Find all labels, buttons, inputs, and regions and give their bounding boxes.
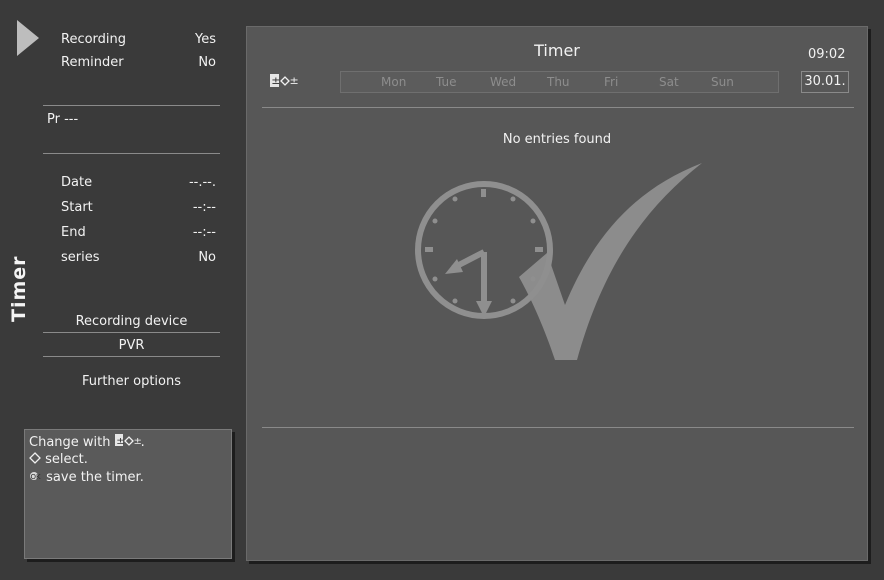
timer-panel: Timer 09:02 ± ± Mon Tue Wed Thu Fri Sat …	[246, 26, 868, 561]
end-value[interactable]: --:--	[150, 225, 216, 241]
day-sat[interactable]: Sat	[659, 75, 679, 89]
help-change-dot: .	[140, 435, 145, 450]
help-line-select: select.	[29, 452, 88, 468]
svg-text:OK: OK	[31, 473, 42, 481]
start-value[interactable]: --:--	[150, 200, 216, 216]
day-thu[interactable]: Thu	[547, 75, 570, 89]
divider	[43, 153, 220, 154]
divider	[43, 356, 220, 357]
help-change-text: Change with	[29, 435, 111, 450]
day-fri[interactable]: Fri	[604, 75, 618, 89]
svg-text:±: ±	[290, 74, 299, 87]
start-label[interactable]: Start	[61, 200, 93, 216]
reminder-value[interactable]: No	[150, 55, 216, 71]
play-icon	[17, 20, 39, 56]
weekday-selector[interactable]: Mon Tue Wed Thu Fri Sat Sun	[340, 71, 779, 93]
clock-time: 09:02	[808, 47, 846, 62]
help-line-change: Change with ± ± .	[29, 434, 145, 451]
divider	[262, 427, 854, 428]
series-value[interactable]: No	[150, 250, 216, 266]
reminder-label[interactable]: Reminder	[61, 55, 124, 71]
panel-title: Timer	[534, 41, 580, 60]
recording-label[interactable]: Recording	[61, 32, 126, 48]
divider	[43, 332, 220, 333]
change-icon: ± ±	[270, 74, 299, 87]
day-wed[interactable]: Wed	[490, 75, 516, 89]
empty-message: No entries found	[502, 132, 612, 147]
svg-text:±: ±	[133, 436, 141, 447]
help-select-text: select.	[45, 452, 88, 467]
ok-icon: OK	[30, 472, 42, 481]
day-mon[interactable]: Mon	[381, 75, 406, 89]
current-date: 30.01.	[801, 71, 849, 93]
recording-device-value[interactable]: PVR	[43, 338, 220, 354]
clock-icon	[415, 163, 702, 360]
recording-device-label: Recording device	[75, 314, 188, 329]
divider	[262, 107, 854, 108]
change-icon: ± ±	[114, 434, 141, 447]
end-label[interactable]: End	[61, 225, 86, 241]
divider	[43, 105, 220, 106]
date-label[interactable]: Date	[61, 175, 92, 191]
series-label[interactable]: series	[61, 250, 100, 266]
vertical-title: Timer	[8, 255, 30, 322]
svg-text:±: ±	[116, 436, 124, 447]
day-sun[interactable]: Sun	[711, 75, 734, 89]
svg-text:±: ±	[271, 74, 280, 87]
programme-field[interactable]: Pr ---	[47, 112, 78, 128]
recording-value[interactable]: Yes	[150, 32, 216, 48]
further-options-button[interactable]: Further options	[43, 374, 220, 390]
help-line-ok: OK save the timer.	[29, 470, 144, 486]
navigate-icon	[29, 452, 41, 464]
checkmark-icon	[519, 163, 702, 360]
help-box: Change with ± ± . select. OK save the ti…	[24, 429, 232, 559]
day-tue[interactable]: Tue	[436, 75, 457, 89]
screen: Timer Recording Yes Reminder No Pr --- D…	[0, 0, 884, 580]
date-value[interactable]: --.--.	[150, 175, 216, 191]
help-save-text: save the timer.	[46, 470, 144, 485]
